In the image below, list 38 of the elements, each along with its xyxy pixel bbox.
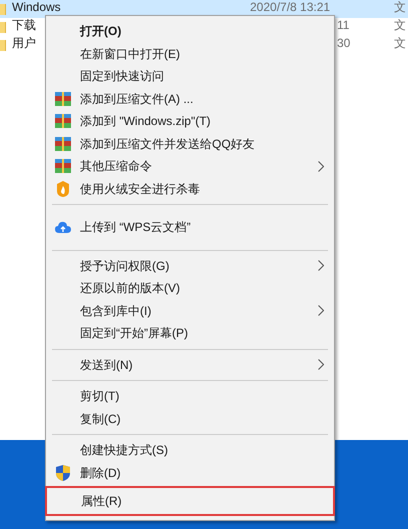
menu-item[interactable]: 创建快捷方式(S) (46, 439, 334, 462)
menu-item[interactable]: 发送到(N) (46, 354, 334, 376)
file-type: 文 (394, 37, 406, 50)
menu-item[interactable]: 包含到库中(I) (46, 300, 334, 322)
archive-icon (55, 92, 71, 106)
menu-item[interactable]: 添加到 "Windows.zip"(T) (46, 110, 334, 132)
menu-item[interactable]: 还原以前的版本(V) (46, 277, 334, 300)
menu-item[interactable]: 剪切(T) (46, 385, 334, 408)
menu-item[interactable]: 其他压缩命令 (46, 155, 334, 178)
menu-item[interactable]: 授予访问权限(G) (46, 254, 334, 277)
menu-item[interactable]: 固定到“开始”屏幕(P) (46, 322, 334, 344)
archive-icon (55, 114, 71, 128)
cloud-upload-icon (55, 221, 71, 234)
menu-item[interactable]: 固定到快速访问 (46, 65, 334, 88)
file-name: 下载 (12, 19, 36, 32)
flame-icon (56, 180, 70, 197)
file-type: 文 (394, 1, 406, 14)
menu-item[interactable]: 使用火绒安全进行杀毒 (46, 178, 334, 200)
shield-icon (56, 464, 70, 481)
menu-item[interactable]: 打开(O) (46, 20, 334, 42)
file-name: 用户 (12, 37, 36, 50)
menu-item[interactable]: 删除(D) (46, 462, 334, 484)
file-date: 11 (337, 19, 350, 32)
folder-icon (0, 22, 6, 33)
menu-item[interactable]: 在新窗口中打开(E) (46, 42, 334, 65)
archive-icon (55, 159, 71, 174)
menu-item[interactable]: 添加到压缩文件并发送给QQ好友 (46, 132, 334, 155)
folder-icon (0, 40, 6, 51)
archive-icon (55, 136, 71, 151)
menu-item[interactable]: 添加到压缩文件(A) ... (46, 88, 334, 110)
menu-item[interactable]: 上传到 “WPS云文档” (46, 216, 334, 238)
file-date: 2020/7/8 13:21 (250, 1, 330, 14)
menu-item[interactable]: 复制(C) (46, 408, 334, 430)
menu-item[interactable]: 属性(R) (45, 486, 335, 516)
file-type: 文 (394, 19, 406, 32)
file-name: Windows (12, 1, 61, 14)
file-date: 30 (337, 37, 350, 50)
folder-icon (0, 4, 6, 15)
